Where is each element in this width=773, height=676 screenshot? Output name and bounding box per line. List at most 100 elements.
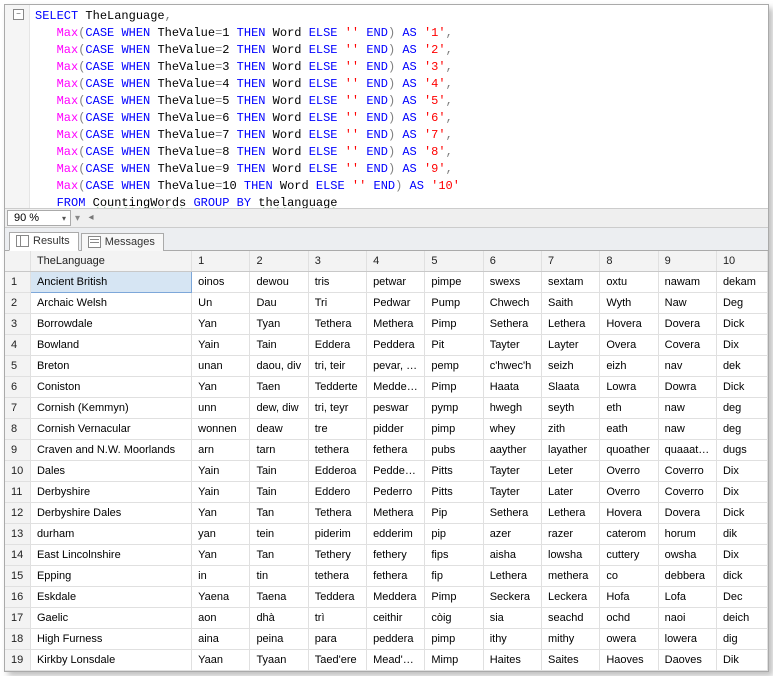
grid-cell[interactable]: Yaena <box>192 587 250 608</box>
grid-cell[interactable]: dick <box>716 566 767 587</box>
grid-cell[interactable]: Yan <box>192 545 250 566</box>
grid-cell[interactable]: Pitts <box>425 461 483 482</box>
grid-cell[interactable]: Pederro <box>367 482 425 503</box>
grid-cell[interactable]: cuttery <box>600 545 658 566</box>
grid-cell[interactable]: Later <box>542 482 600 503</box>
grid-cell[interactable]: nav <box>658 356 716 377</box>
table-row[interactable]: 11DerbyshireYainTainEdderoPederroPittsTa… <box>5 482 768 503</box>
grid-cell[interactable]: naoi <box>658 608 716 629</box>
grid-cell[interactable]: Daoves <box>658 650 716 671</box>
grid-cell[interactable]: aisha <box>483 545 541 566</box>
grid-cell[interactable]: azer <box>483 524 541 545</box>
grid-cell[interactable]: Leckera <box>542 587 600 608</box>
table-row[interactable]: 10DalesYainTainEdderoaPedderoaPittsTayte… <box>5 461 768 482</box>
grid-cell[interactable]: dek <box>716 356 767 377</box>
grid-cell[interactable]: dhà <box>250 608 308 629</box>
row-header[interactable]: 13 <box>5 524 30 545</box>
table-row[interactable]: 9Craven and N.W. Moorlandsarntarntethera… <box>5 440 768 461</box>
grid-cell[interactable]: swexs <box>483 272 541 293</box>
tab-results[interactable]: Results <box>9 232 79 251</box>
grid-cell[interactable]: daou, div <box>250 356 308 377</box>
grid-cell[interactable]: seizh <box>542 356 600 377</box>
grid-cell[interactable]: tethera <box>308 566 366 587</box>
grid-cell[interactable]: Yan <box>192 503 250 524</box>
grid-cell[interactable]: ithy <box>483 629 541 650</box>
grid-cell[interactable]: dekam <box>716 272 767 293</box>
grid-cell[interactable]: Hovera <box>600 503 658 524</box>
row-header[interactable]: 16 <box>5 587 30 608</box>
row-header[interactable]: 11 <box>5 482 30 503</box>
row-header[interactable]: 15 <box>5 566 30 587</box>
grid-cell[interactable]: Archaic Welsh <box>30 293 191 314</box>
grid-cell[interactable]: deg <box>716 398 767 419</box>
grid-cell[interactable]: Haata <box>483 377 541 398</box>
grid-cell[interactable]: Tri <box>308 293 366 314</box>
grid-cell[interactable]: deich <box>716 608 767 629</box>
grid-cell[interactable]: Craven and N.W. Moorlands <box>30 440 191 461</box>
grid-cell[interactable]: Covera <box>658 335 716 356</box>
grid-cell[interactable]: hwegh <box>483 398 541 419</box>
grid-cell[interactable]: Tyan <box>250 314 308 335</box>
grid-cell[interactable]: Tethera <box>308 314 366 335</box>
column-header[interactable]: 1 <box>192 251 250 272</box>
grid-cell[interactable]: nawam <box>658 272 716 293</box>
grid-cell[interactable]: seyth <box>542 398 600 419</box>
grid-cell[interactable]: mithy <box>542 629 600 650</box>
row-header[interactable]: 12 <box>5 503 30 524</box>
grid-cell[interactable]: Teddera <box>308 587 366 608</box>
grid-cell[interactable]: aon <box>192 608 250 629</box>
grid-cell[interactable]: Taed'ere <box>308 650 366 671</box>
column-header[interactable]: 8 <box>600 251 658 272</box>
grid-cell[interactable]: Methera <box>367 314 425 335</box>
grid-cell[interactable]: layather <box>542 440 600 461</box>
grid-cell[interactable]: quoather <box>600 440 658 461</box>
grid-cell[interactable]: Tayter <box>483 482 541 503</box>
column-header[interactable]: 2 <box>250 251 308 272</box>
table-row[interactable]: 17Gaelicaondhàtrìceithircòigsiaseachdoch… <box>5 608 768 629</box>
grid-cell[interactable]: Coverro <box>658 461 716 482</box>
grid-cell[interactable]: quaaather <box>658 440 716 461</box>
grid-cell[interactable]: tre <box>308 419 366 440</box>
grid-cell[interactable]: Kirkby Lonsdale <box>30 650 191 671</box>
grid-cell[interactable]: tri, teyr <box>308 398 366 419</box>
grid-cell[interactable]: Yaan <box>192 650 250 671</box>
grid-cell[interactable]: ochd <box>600 608 658 629</box>
grid-cell[interactable]: Eskdale <box>30 587 191 608</box>
grid-cell[interactable]: Tain <box>250 335 308 356</box>
grid-cell[interactable]: eizh <box>600 356 658 377</box>
grid-cell[interactable]: Saites <box>542 650 600 671</box>
grid-cell[interactable]: Pedwar <box>367 293 425 314</box>
row-header[interactable]: 19 <box>5 650 30 671</box>
grid-cell[interactable]: Tedderte <box>308 377 366 398</box>
grid-cell[interactable]: owsha <box>658 545 716 566</box>
grid-cell[interactable]: Derbyshire Dales <box>30 503 191 524</box>
grid-cell[interactable]: Gaelic <box>30 608 191 629</box>
table-row[interactable]: 2Archaic WelshUnDauTriPedwarPumpChwechSa… <box>5 293 768 314</box>
grid-cell[interactable]: Tayter <box>483 335 541 356</box>
row-header[interactable]: 1 <box>5 272 30 293</box>
grid-cell[interactable]: lowsha <box>542 545 600 566</box>
grid-cell[interactable]: Yain <box>192 482 250 503</box>
grid-cell[interactable]: Borrowdale <box>30 314 191 335</box>
grid-cell[interactable]: fips <box>425 545 483 566</box>
table-row[interactable]: 13durhamyanteinpiderimedderimpipazerraze… <box>5 524 768 545</box>
grid-cell[interactable]: horum <box>658 524 716 545</box>
grid-cell[interactable]: Breton <box>30 356 191 377</box>
grid-cell[interactable]: Cornish (Kemmyn) <box>30 398 191 419</box>
row-header[interactable]: 14 <box>5 545 30 566</box>
grid-cell[interactable]: Tain <box>250 461 308 482</box>
table-row[interactable]: 6ConistonYanTaenTedderteMeddertePimpHaat… <box>5 377 768 398</box>
grid-cell[interactable]: Lethera <box>483 566 541 587</box>
grid-cell[interactable]: Tethery <box>308 545 366 566</box>
grid-cell[interactable]: Eddera <box>308 335 366 356</box>
grid-cell[interactable]: Overro <box>600 482 658 503</box>
grid-cell[interactable]: Chwech <box>483 293 541 314</box>
tab-messages[interactable]: Messages <box>81 233 164 251</box>
grid-cell[interactable]: Tan <box>250 503 308 524</box>
row-header[interactable]: 3 <box>5 314 30 335</box>
grid-cell[interactable]: Hofa <box>600 587 658 608</box>
grid-cell[interactable]: para <box>308 629 366 650</box>
grid-cell[interactable]: trì <box>308 608 366 629</box>
row-header[interactable]: 9 <box>5 440 30 461</box>
grid-cell[interactable]: Tayter <box>483 461 541 482</box>
